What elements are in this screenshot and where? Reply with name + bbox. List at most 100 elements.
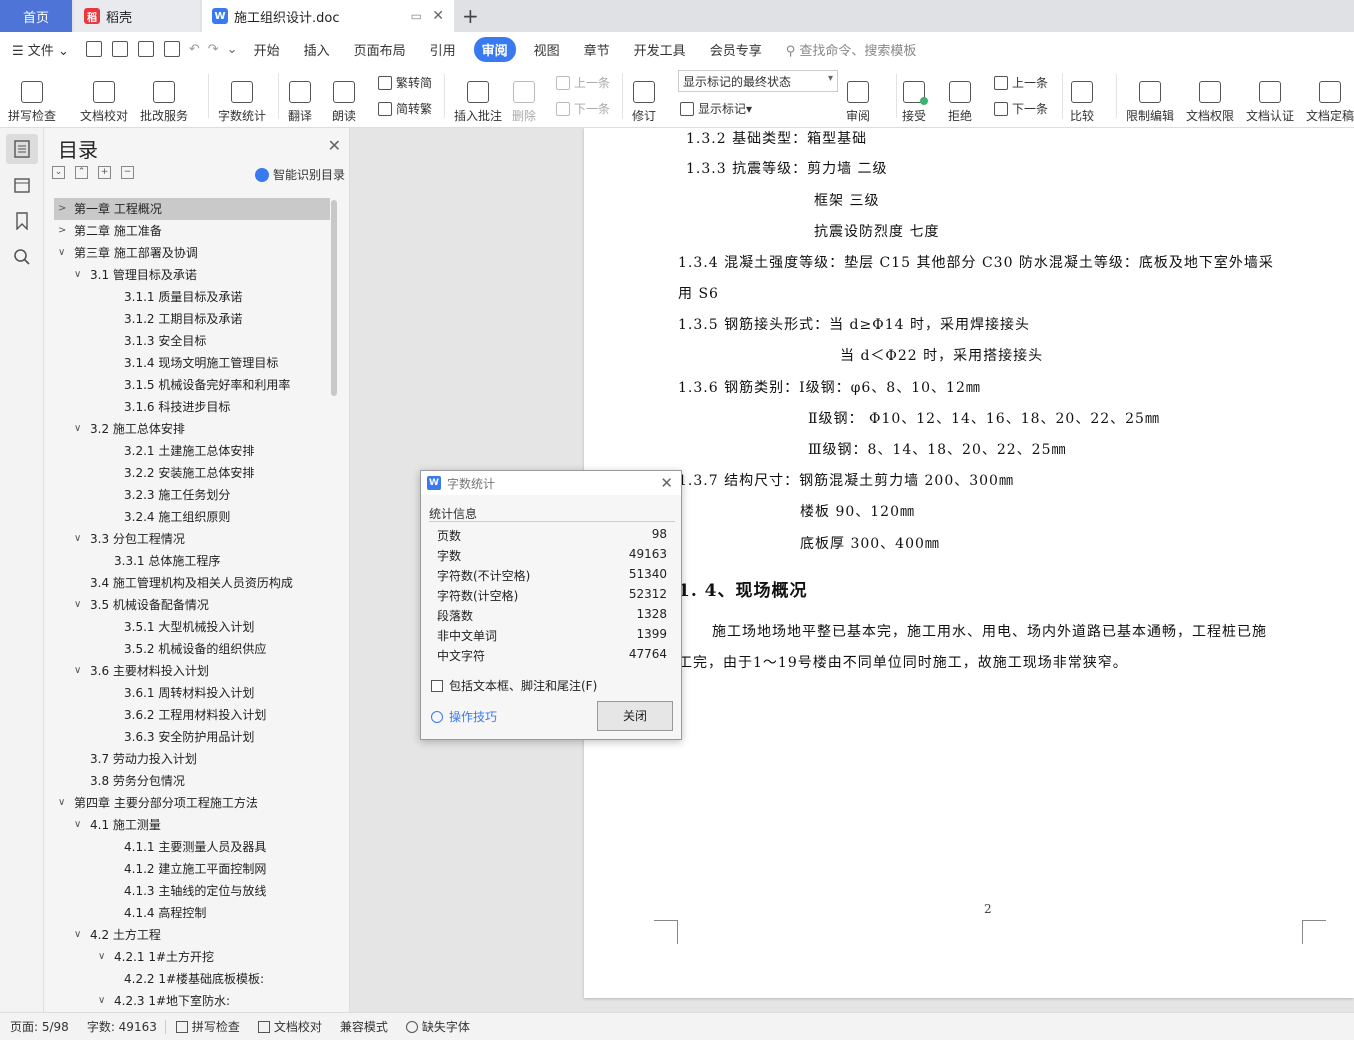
- toc-item[interactable]: 3.6.3 安全防护用品计划: [54, 726, 330, 748]
- accept-button[interactable]: 接受: [902, 70, 928, 124]
- tab-docer[interactable]: 稻 稻壳: [74, 0, 200, 32]
- toc-item[interactable]: 3.1.6 科技进步目标: [54, 396, 330, 418]
- toc-item[interactable]: 3.8 劳务分包情况: [54, 770, 330, 792]
- toc-item[interactable]: ∨ 3.6 主要材料投入计划: [54, 660, 330, 682]
- toc-item[interactable]: 3.6.1 周转材料投入计划: [54, 682, 330, 704]
- toc-item[interactable]: 3.2.2 安装施工总体安排: [54, 462, 330, 484]
- doc-final-button[interactable]: 文档定稿: [1306, 70, 1354, 124]
- collapse-all-icon[interactable]: ⌄: [52, 166, 65, 179]
- toc-item[interactable]: ∨ 3.3 分包工程情况: [54, 528, 330, 550]
- toc-item[interactable]: 3.2.4 施工组织原则: [54, 506, 330, 528]
- reject-button[interactable]: 拒绝: [948, 70, 972, 124]
- smart-toc-button[interactable]: 智能识别目录: [254, 166, 345, 183]
- toc-item[interactable]: 3.4 施工管理机构及相关人员资历构成: [54, 572, 330, 594]
- compat-mode[interactable]: 兼容模式: [340, 1018, 388, 1035]
- quick-access-more-icon[interactable]: ⌄: [223, 42, 242, 57]
- toc-item[interactable]: > 第一章 工程概况: [54, 198, 330, 220]
- chevron-down-icon[interactable]: ∨: [74, 660, 81, 682]
- doc-proof-button[interactable]: 文档校对: [80, 70, 128, 124]
- menu-page-layout[interactable]: 页面布局: [342, 40, 418, 59]
- toc-item[interactable]: ∨ 3.2 施工总体安排: [54, 418, 330, 440]
- toc-item[interactable]: > 第二章 施工准备: [54, 220, 330, 242]
- document-page[interactable]: 1.3.2 基础类型：箱型基础 1.3.3 抗震等级：剪力墙 二级 框架 三级 …: [584, 128, 1354, 998]
- show-markup-button[interactable]: 显示标记 ▾: [680, 100, 752, 117]
- chevron-right-icon[interactable]: >: [58, 220, 66, 242]
- toc-item[interactable]: ∨ 第三章 施工部署及协调: [54, 242, 330, 264]
- toc-item[interactable]: 3.2.1 土建施工总体安排: [54, 440, 330, 462]
- print-preview-icon[interactable]: [163, 41, 180, 57]
- menu-start[interactable]: 开始: [242, 40, 292, 59]
- word-count-indicator[interactable]: 字数: 49163: [87, 1018, 157, 1035]
- toc-item[interactable]: 3.2.3 施工任务划分: [54, 484, 330, 506]
- close-icon[interactable]: ✕: [328, 136, 341, 155]
- toc-item[interactable]: 3.1.3 安全目标: [54, 330, 330, 352]
- save-icon[interactable]: [85, 41, 102, 57]
- dialog-close-icon[interactable]: ✕: [660, 474, 673, 492]
- toc-item[interactable]: 3.1.5 机械设备完好率和利用率: [54, 374, 330, 396]
- print-icon[interactable]: [137, 41, 154, 57]
- chevron-down-icon[interactable]: ∨: [74, 264, 81, 286]
- insert-comment-button[interactable]: 插入批注: [454, 70, 502, 124]
- prev-change-button[interactable]: 上一条: [994, 74, 1048, 91]
- read-aloud-button[interactable]: 朗读: [332, 70, 356, 124]
- tab-home[interactable]: 首页: [0, 0, 72, 32]
- toc-item[interactable]: 4.1.4 高程控制: [54, 902, 330, 924]
- missing-font[interactable]: 缺失字体: [405, 1018, 470, 1035]
- include-textbox-checkbox[interactable]: 包括文本框、脚注和尾注(F): [431, 677, 597, 694]
- chapter-icon[interactable]: [13, 176, 31, 194]
- toc-item[interactable]: ∨ 3.5 机械设备配备情况: [54, 594, 330, 616]
- toc-item[interactable]: 3.1.2 工期目标及承诺: [54, 308, 330, 330]
- toc-item[interactable]: 4.1.3 主轴线的定位与放线: [54, 880, 330, 902]
- toc-item[interactable]: 3.7 劳动力投入计划: [54, 748, 330, 770]
- remove-heading-icon[interactable]: −: [121, 166, 134, 179]
- chevron-down-icon[interactable]: ∨: [74, 924, 81, 946]
- proof-service-button[interactable]: 批改服务: [140, 70, 188, 124]
- file-menu[interactable]: ☰ 文件 ⌄: [0, 40, 81, 59]
- track-changes-button[interactable]: 修订: [632, 70, 656, 124]
- menu-insert[interactable]: 插入: [292, 40, 342, 59]
- menu-developer[interactable]: 开发工具: [622, 40, 698, 59]
- toc-item[interactable]: ∨ 4.2.3 1#地下室防水:: [54, 990, 330, 1012]
- checkbox-box[interactable]: [431, 679, 443, 692]
- close-button[interactable]: 关闭: [597, 701, 673, 731]
- toc-item[interactable]: 3.1.1 质量目标及承诺: [54, 286, 330, 308]
- redo-icon[interactable]: ↷: [204, 42, 223, 57]
- chevron-down-icon[interactable]: ∨: [74, 814, 81, 836]
- menu-view[interactable]: 视图: [522, 40, 572, 59]
- next-comment-button[interactable]: 下一条: [556, 100, 610, 117]
- doc-rights-button[interactable]: 文档权限: [1186, 70, 1234, 124]
- toc-item[interactable]: ∨ 第四章 主要分部分项工程施工方法: [54, 792, 330, 814]
- command-search[interactable]: ⚲ 查找命令、搜索模板: [786, 40, 917, 59]
- menu-review[interactable]: 审阅: [473, 36, 516, 62]
- word-count-button[interactable]: 字数统计: [218, 70, 266, 124]
- restrict-edit-button[interactable]: 限制编辑: [1126, 70, 1174, 124]
- simp-to-trad-button[interactable]: 简转繁: [378, 100, 432, 117]
- chevron-down-icon[interactable]: ∨: [58, 242, 65, 264]
- search-icon[interactable]: [13, 248, 31, 266]
- toc-item[interactable]: ∨ 4.1 施工测量: [54, 814, 330, 836]
- toc-item[interactable]: 3.3.1 总体施工程序: [54, 550, 330, 572]
- toc-item[interactable]: ∨ 4.2 土方工程: [54, 924, 330, 946]
- markup-state-select[interactable]: 显示标记的最终状态: [678, 70, 838, 92]
- expand-all-icon[interactable]: ⌃: [75, 166, 88, 179]
- export-icon[interactable]: [111, 41, 128, 57]
- toc-item[interactable]: 3.1.4 现场文明施工管理目标: [54, 352, 330, 374]
- toc-item[interactable]: 4.1.1 主要测量人员及器具: [54, 836, 330, 858]
- next-change-button[interactable]: 下一条: [994, 100, 1048, 117]
- close-tab-icon[interactable]: ✕: [432, 8, 444, 24]
- chevron-down-icon[interactable]: ∨: [98, 990, 105, 1012]
- chevron-down-icon[interactable]: ∨: [74, 528, 81, 550]
- dialog-header[interactable]: W 字数统计: [421, 471, 681, 495]
- chevron-down-icon[interactable]: ∨: [74, 594, 81, 616]
- spell-check-button[interactable]: 拼写检查: [8, 70, 56, 124]
- chevron-right-icon[interactable]: >: [58, 198, 66, 220]
- tab-document[interactable]: W 施工组织设计.doc ▭ ✕: [202, 0, 454, 32]
- bookmark-icon[interactable]: [14, 212, 30, 230]
- toc-item[interactable]: ∨ 3.1 管理目标及承诺: [54, 264, 330, 286]
- undo-icon[interactable]: ↶: [185, 42, 204, 57]
- toc-scrollbar[interactable]: [331, 200, 337, 396]
- compare-button[interactable]: 比较: [1070, 70, 1094, 124]
- review-pane-button[interactable]: 审阅: [846, 70, 870, 124]
- toc-item[interactable]: 3.5.2 机械设备的组织供应: [54, 638, 330, 660]
- toc-item[interactable]: 4.1.2 建立施工平面控制网: [54, 858, 330, 880]
